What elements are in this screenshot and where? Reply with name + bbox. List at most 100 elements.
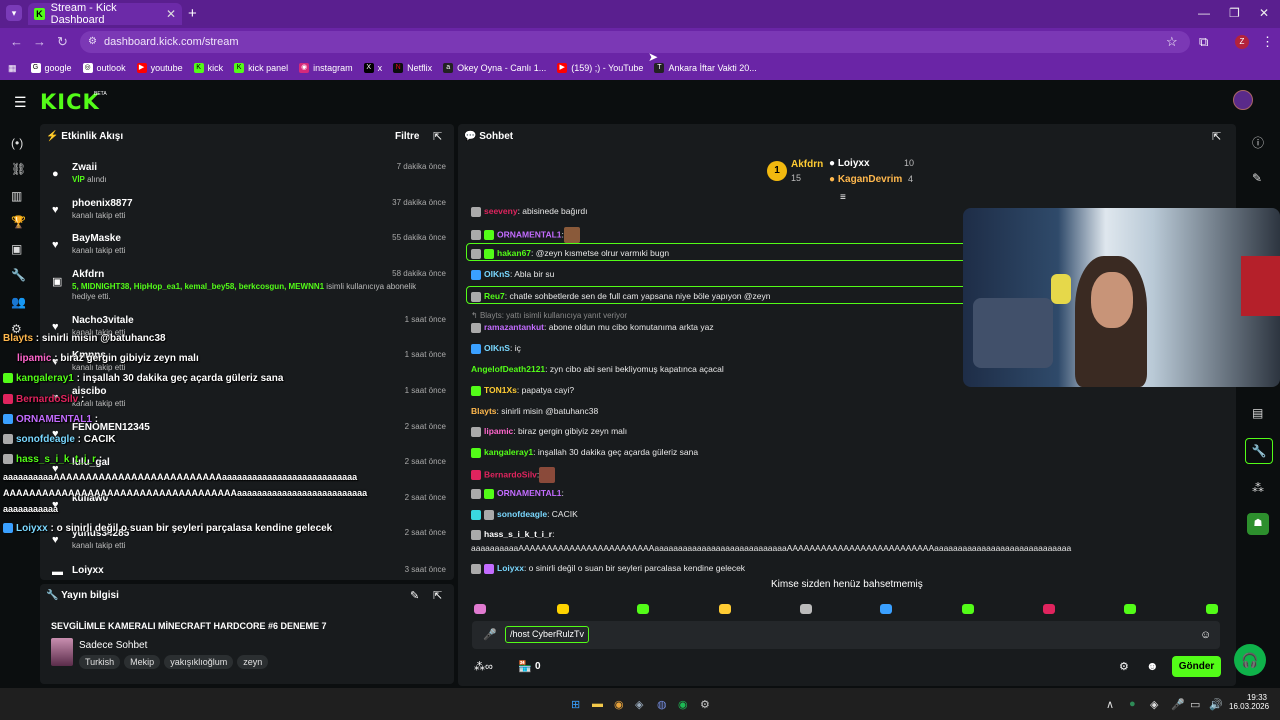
network-icon[interactable]: ▭ bbox=[1190, 698, 1200, 711]
emote-quick[interactable] bbox=[962, 604, 974, 614]
activity-user[interactable]: Loiyxx bbox=[72, 565, 104, 576]
close-tab-icon[interactable]: ✕ bbox=[166, 7, 176, 21]
emoji-picker-icon[interactable]: ☺ bbox=[1200, 629, 1211, 641]
tag[interactable]: Mekip bbox=[124, 655, 161, 669]
steam-icon[interactable]: ◈ bbox=[635, 698, 643, 711]
browser-menu-icon[interactable]: ⋮ bbox=[1261, 34, 1274, 50]
activity-user[interactable]: Zwaii bbox=[72, 162, 97, 173]
mod-tools-button[interactable]: 🔧 bbox=[1245, 438, 1273, 464]
tag[interactable]: yakışıklıoğlum bbox=[164, 655, 234, 669]
spotify-icon[interactable]: ◉ bbox=[678, 698, 688, 711]
leader-first[interactable]: Akfdrn bbox=[791, 159, 823, 170]
kick-logo[interactable]: KICK bbox=[40, 90, 100, 114]
overlay-chat-message: lipamic : biraz gergin gibiyiz zeyn malı bbox=[17, 353, 199, 364]
emote-quick[interactable] bbox=[1206, 604, 1218, 614]
user-avatar[interactable] bbox=[1233, 90, 1253, 110]
chat-input[interactable]: /host CyberRulzTv bbox=[505, 626, 590, 643]
bookmark-youtube[interactable]: ▶ youtube bbox=[136, 63, 183, 73]
bookmark-ankara-iftar[interactable]: T Ankara İftar Vakti 20... bbox=[654, 63, 757, 73]
bookmark-kick-panel[interactable]: Kkick panel bbox=[234, 63, 288, 73]
reload-icon[interactable]: ↻ bbox=[57, 34, 68, 50]
users-icon[interactable]: 👥 bbox=[11, 295, 26, 309]
bookmark-star-icon[interactable]: ☆ bbox=[1166, 34, 1178, 50]
store-icon[interactable]: 🏪 bbox=[518, 660, 532, 673]
bookmark-youtube-159[interactable]: ▶ (159) ;) - YouTube bbox=[557, 63, 643, 73]
expand-leaderboard-icon[interactable]: ≡ bbox=[840, 192, 846, 203]
emote-quick[interactable] bbox=[719, 604, 731, 614]
maximize-icon[interactable]: ❐ bbox=[1229, 6, 1240, 20]
emote-quick[interactable] bbox=[880, 604, 892, 614]
community-icon[interactable]: ⁂ bbox=[1252, 481, 1264, 495]
chat-message: Blayts: sinirli misin @batuhanc38 bbox=[471, 406, 599, 416]
support-headset-button[interactable]: 🎧 bbox=[1234, 644, 1266, 676]
bookmark-okey[interactable]: a Okey Oyna - Canlı 1... bbox=[443, 63, 546, 73]
link-icon[interactable]: ⛓ bbox=[11, 162, 26, 176]
bookmark-google[interactable]: Ggoogle bbox=[30, 63, 72, 73]
popout-icon[interactable]: ⇱ bbox=[433, 589, 442, 602]
live-icon[interactable]: (•) bbox=[11, 136, 23, 150]
tag[interactable]: Turkish bbox=[79, 655, 121, 669]
edit-icon[interactable]: ✎ bbox=[1252, 171, 1262, 185]
activity-user[interactable]: Akfdrn bbox=[72, 269, 104, 280]
app-icon[interactable]: ☗ bbox=[1247, 513, 1269, 535]
chrome-icon[interactable]: ◉ bbox=[614, 698, 624, 711]
channel-points-icon[interactable]: ⁂∞ bbox=[474, 660, 493, 673]
tray-chevron-icon[interactable]: ∧ bbox=[1106, 698, 1114, 711]
back-icon[interactable]: ← bbox=[10, 34, 23, 49]
minimize-icon[interactable]: — bbox=[1198, 6, 1210, 20]
emote-quick[interactable] bbox=[557, 604, 569, 614]
emote-quick[interactable] bbox=[637, 604, 649, 614]
extensions-icon[interactable]: ⧉ bbox=[1199, 34, 1208, 50]
chat-settings-icon[interactable]: ⚙ bbox=[1119, 660, 1129, 673]
volume-icon[interactable]: 🔊 bbox=[1209, 698, 1223, 711]
address-bar[interactable]: dashboard.kick.com/stream bbox=[80, 31, 1190, 53]
forward-icon[interactable]: → bbox=[33, 34, 46, 49]
leader-third[interactable]: ● KaganDevrim bbox=[829, 174, 902, 185]
emote-quick[interactable] bbox=[1124, 604, 1136, 614]
close-window-icon[interactable]: ✕ bbox=[1259, 6, 1269, 20]
menu-icon[interactable]: ☰ bbox=[14, 94, 27, 111]
send-button[interactable]: Gönder bbox=[1172, 656, 1221, 677]
tag[interactable]: zeyn bbox=[237, 655, 269, 669]
start-icon[interactable]: ⊞ bbox=[571, 698, 580, 711]
analytics-icon[interactable]: ▥ bbox=[11, 189, 22, 203]
microphone-icon[interactable]: 🎤 bbox=[483, 628, 497, 641]
trophy-icon[interactable]: 🏆 bbox=[11, 215, 26, 229]
info-icon[interactable]: ⓘ bbox=[1252, 134, 1264, 151]
bookmark-kick[interactable]: Kkick bbox=[193, 63, 223, 73]
activity-user[interactable]: BayMaske bbox=[72, 233, 121, 244]
activity-user[interactable]: Nacho3vitale bbox=[72, 315, 134, 326]
new-tab-button[interactable]: + bbox=[188, 5, 197, 22]
clock[interactable]: 19:33 16.03.2026 bbox=[1229, 693, 1269, 711]
popout-icon[interactable]: ⇱ bbox=[433, 130, 442, 143]
settings-app-icon[interactable]: ⚙ bbox=[700, 698, 710, 711]
profile-avatar[interactable]: Z bbox=[1235, 35, 1249, 49]
emote-menu-icon[interactable]: ☻ bbox=[1146, 659, 1159, 673]
tab-search-button[interactable]: ▾ bbox=[6, 5, 22, 21]
bookmark-outlook[interactable]: ◎ outlook bbox=[82, 63, 126, 73]
apps-grid-icon[interactable]: ▦ bbox=[8, 63, 17, 74]
browser-tab[interactable]: K Stream - Kick Dashboard ✕ bbox=[28, 2, 182, 26]
leader-second[interactable]: ● Loiyxx bbox=[829, 158, 870, 169]
site-info-icon[interactable]: ⚙ bbox=[88, 36, 97, 47]
tray-mic-icon[interactable]: 🎤 bbox=[1171, 698, 1185, 711]
gift-icon: ▣ bbox=[52, 276, 63, 288]
stream-category[interactable]: Sadece Sohbet bbox=[79, 640, 147, 651]
activity-user[interactable]: phoenix8877 bbox=[72, 198, 133, 209]
bookmark-instagram[interactable]: ◉ instagram bbox=[299, 63, 353, 73]
tray-app-icon[interactable]: ● bbox=[1129, 698, 1136, 710]
print-icon[interactable]: ▤ bbox=[1252, 406, 1263, 420]
tray-steam-icon[interactable]: ◈ bbox=[1150, 698, 1158, 711]
emote-quick[interactable] bbox=[800, 604, 812, 614]
bookmark-x[interactable]: Xx bbox=[363, 63, 382, 73]
wrench-icon[interactable]: 🔧 bbox=[11, 268, 26, 282]
emote-quick[interactable] bbox=[474, 604, 486, 614]
edit-stream-icon[interactable]: ✎ bbox=[410, 589, 419, 602]
filter-button[interactable]: Filtre bbox=[395, 131, 419, 142]
discord-icon[interactable]: ◍ bbox=[657, 698, 667, 711]
video-icon[interactable]: ▣ bbox=[11, 242, 22, 256]
file-explorer-icon[interactable]: ▬ bbox=[592, 698, 603, 710]
emote-quick[interactable] bbox=[1043, 604, 1055, 614]
bookmark-netflix[interactable]: N Netflix bbox=[393, 63, 432, 73]
popout-chat-icon[interactable]: ⇱ bbox=[1212, 130, 1221, 143]
